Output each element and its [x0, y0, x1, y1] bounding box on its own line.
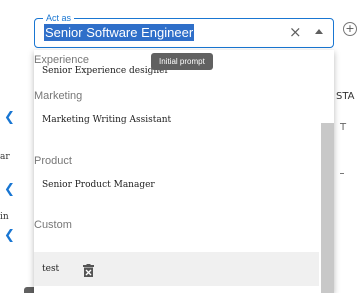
right-panel-heading: STA	[336, 91, 355, 102]
option-test[interactable]: test	[34, 252, 319, 286]
initial-prompt-tooltip: Initial prompt	[151, 53, 213, 70]
right-panel-dash	[340, 173, 344, 174]
group-header-marketing: Marketing	[34, 90, 83, 102]
app-root: + STA T ❮ ar ❮ in ❮ Act as Senior Softwa…	[0, 0, 357, 293]
side-text: in	[0, 212, 9, 222]
option-senior-product-manager[interactable]: Senior Product Manager	[34, 173, 319, 197]
right-panel	[333, 77, 357, 293]
trash-icon[interactable]	[83, 258, 94, 292]
share-icon[interactable]: ❮	[4, 111, 15, 124]
right-panel-text: T	[340, 122, 347, 133]
group-header-product: Product	[34, 155, 72, 167]
arrow-up-icon[interactable]	[315, 29, 323, 34]
share-icon[interactable]: ❮	[4, 229, 15, 242]
add-circle-icon[interactable]: +	[343, 22, 357, 36]
options-listbox[interactable]: Experience Senior Experience designer Ma…	[34, 50, 334, 293]
close-icon[interactable]: ×	[289, 23, 302, 41]
act-as-select[interactable]: Act as Senior Software Engineer ×	[34, 12, 334, 48]
side-text: ar	[0, 152, 10, 162]
select-value[interactable]: Senior Software Engineer	[44, 24, 195, 41]
share-icon[interactable]: ❮	[4, 183, 15, 196]
select-label: Act as	[43, 12, 75, 24]
scrollbar-thumb[interactable]	[321, 123, 334, 293]
option-marketing-writing-assistant[interactable]: Marketing Writing Assistant	[34, 108, 319, 132]
group-header-custom: Custom	[34, 219, 72, 231]
